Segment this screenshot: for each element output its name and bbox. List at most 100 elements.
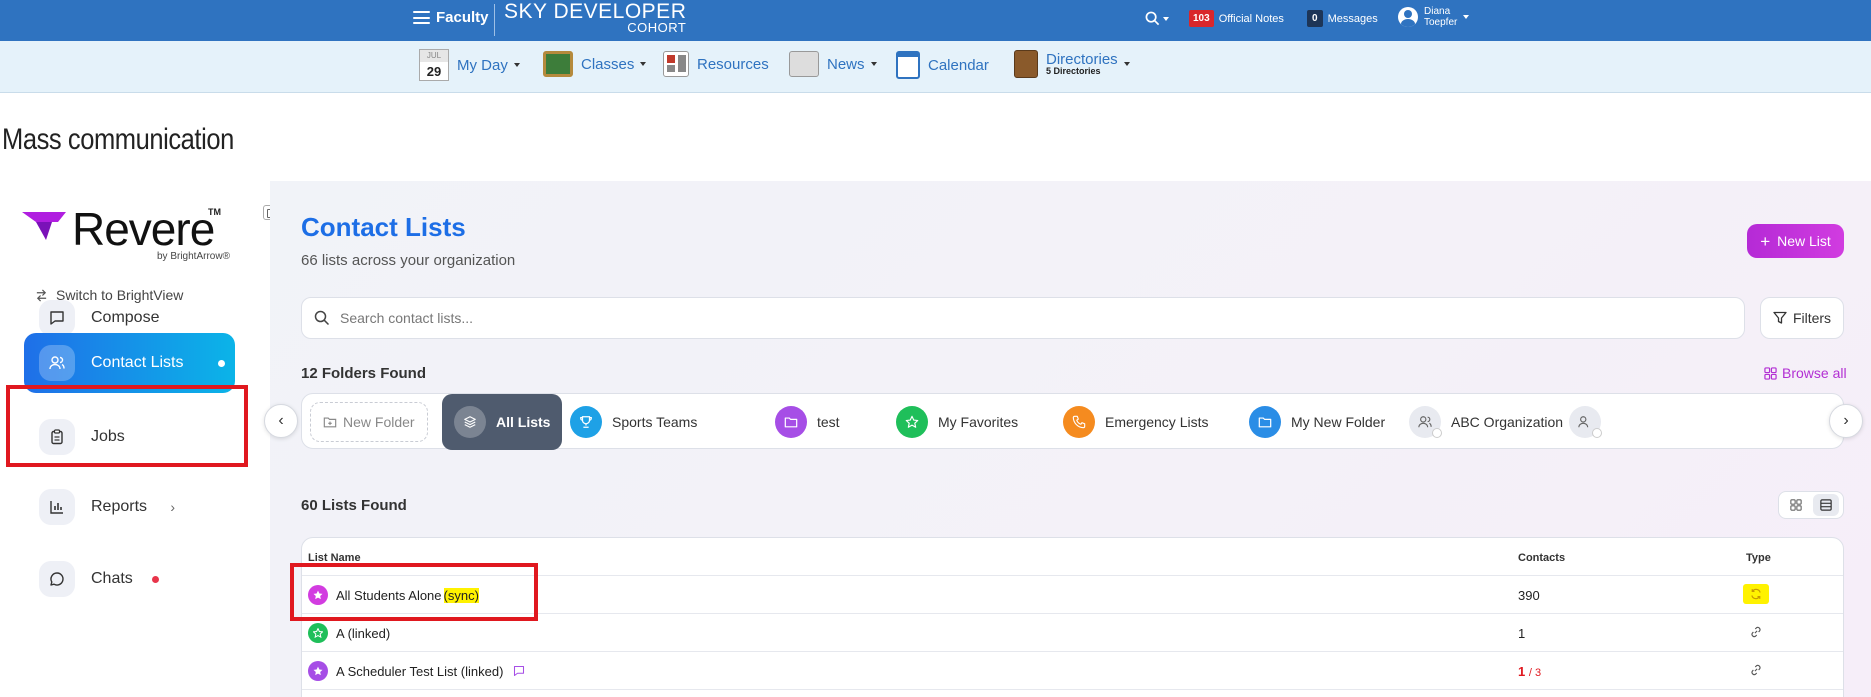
grid-view-button[interactable] — [1783, 494, 1809, 516]
notes-label: Official Notes — [1218, 12, 1284, 25]
sidebar: Revere TM by BrightArrow® Switch to Brig… — [0, 181, 278, 697]
carousel-next-button[interactable]: › — [1829, 404, 1863, 438]
chevron-down-icon — [1463, 15, 1470, 19]
sidebar-item-reports[interactable]: Reports › — [24, 477, 235, 537]
table-icon — [1820, 499, 1832, 511]
folder-label: ABC Organization — [1451, 414, 1564, 430]
brand-divider — [494, 4, 495, 36]
folder-my-new-folder[interactable]: My New Folder — [1249, 402, 1385, 442]
new-list-label: New List — [1777, 233, 1831, 249]
folder-emergency-lists[interactable]: Emergency Lists — [1063, 402, 1208, 442]
list-name: A Scheduler Test List (linked) — [336, 663, 504, 679]
sidebar-item-label: Jobs — [91, 428, 125, 445]
list-name: All Students Alone — [336, 587, 442, 603]
official-notes-link[interactable]: 103 Official Notes — [1189, 10, 1284, 27]
folder-test[interactable]: test — [775, 402, 840, 442]
top-search-button[interactable] — [1145, 11, 1169, 26]
contacts-count: 1 — [1518, 664, 1526, 679]
star-icon — [308, 585, 328, 605]
sidebar-item-chats[interactable]: Chats — [24, 549, 235, 609]
table-row[interactable]: All Students Alone (sync) 390 — [302, 575, 1843, 613]
filter-icon — [1773, 311, 1787, 324]
table-row[interactable]: A Scheduler Test List (linked) 1 / 3 — [302, 651, 1843, 689]
list-name-suffix: (sync) — [443, 587, 479, 603]
directories-count: 5 Directories — [1046, 66, 1101, 76]
user-menu[interactable]: Diana Toepfer — [1398, 6, 1470, 28]
notes-count-badge: 103 — [1189, 10, 1214, 27]
nav-news[interactable]: News — [789, 51, 877, 77]
column-header-list-name[interactable]: List Name — [308, 552, 361, 564]
column-header-contacts[interactable]: Contacts — [1518, 552, 1565, 564]
chevron-right-icon: › — [170, 499, 175, 515]
browse-all-link[interactable]: Browse all — [1764, 365, 1847, 381]
chalkboard-icon — [543, 51, 573, 77]
user-first-name: Diana — [1424, 6, 1451, 17]
contacts-count: 1 — [1518, 626, 1526, 641]
top-bar: Faculty SKY DEVELOPER COHORT 103 Officia… — [0, 0, 1871, 41]
nav-resources[interactable]: Resources — [663, 51, 769, 77]
new-list-button[interactable]: + New List — [1747, 224, 1844, 258]
lock-icon — [1592, 428, 1602, 438]
calendar-date-icon: JUL 29 — [419, 49, 449, 81]
bar-chart-icon — [39, 489, 75, 525]
list-name-cell[interactable]: A (linked) — [308, 623, 390, 643]
list-name: A (linked) — [336, 625, 391, 641]
resources-icon — [663, 51, 689, 77]
calendar-icon — [896, 51, 920, 79]
messages-count-badge: 0 — [1307, 10, 1323, 27]
messages-link[interactable]: 0 Messages — [1307, 10, 1378, 27]
nav-label: Classes — [581, 55, 635, 73]
lock-icon — [1432, 428, 1442, 438]
table-row[interactable] — [302, 689, 1843, 697]
contacts-count-cell: 1 / 3 — [1518, 664, 1541, 679]
carousel-prev-button[interactable]: ‹ — [264, 404, 298, 438]
new-folder-button[interactable]: New Folder — [310, 402, 428, 442]
grid-icon — [1764, 366, 1777, 380]
table-view-button[interactable] — [1813, 494, 1839, 516]
table-row[interactable]: A (linked) 1 — [302, 613, 1843, 651]
brand-title: SKY DEVELOPER — [504, 0, 687, 23]
school-brand[interactable]: SKY DEVELOPER COHORT — [504, 1, 686, 34]
user-name: Diana Toepfer — [1424, 6, 1457, 28]
message-square-icon — [39, 300, 75, 336]
nav-label: Resources — [697, 55, 769, 73]
filters-label: Filters — [1792, 310, 1832, 326]
plus-icon: + — [1760, 231, 1771, 251]
column-header-type[interactable]: Type — [1746, 552, 1771, 564]
filters-button[interactable]: Filters — [1760, 297, 1844, 339]
folder-next-partial[interactable] — [1569, 402, 1602, 442]
nav-calendar[interactable]: Calendar — [896, 51, 989, 79]
calendar-day: 29 — [426, 64, 442, 79]
user-last-name: Toepfer — [1424, 17, 1458, 28]
newspaper-icon — [789, 51, 819, 77]
folder-my-favorites[interactable]: My Favorites — [896, 402, 1018, 442]
nav-label: My Day — [457, 56, 508, 74]
messages-label: Messages — [1327, 12, 1378, 25]
folder-sports-teams[interactable]: Sports Teams — [570, 402, 697, 442]
sidebar-item-label: Contact Lists — [91, 354, 184, 371]
grid-icon — [1790, 499, 1802, 511]
folder-label: Sports Teams — [612, 414, 698, 430]
link-icon — [1743, 622, 1769, 642]
clipboard-icon — [39, 419, 75, 455]
layers-icon — [454, 406, 486, 438]
chevron-down-icon — [640, 62, 647, 66]
nav-my-day[interactable]: JUL 29 My Day — [419, 49, 520, 81]
folder-all-lists[interactable]: All Lists — [442, 394, 563, 450]
unread-dot — [152, 575, 159, 583]
folder-label: New Folder — [343, 414, 415, 430]
avatar — [1398, 7, 1418, 27]
calendar-month: JUL — [420, 50, 448, 62]
list-name-cell[interactable]: A Scheduler Test List (linked) — [308, 661, 525, 681]
sidebar-item-jobs[interactable]: Jobs — [24, 407, 235, 467]
chevron-down-icon — [870, 62, 877, 66]
nav-classes[interactable]: Classes — [543, 51, 647, 77]
folder-abc-organization[interactable]: ABC Organization — [1409, 402, 1563, 442]
nav-directories[interactable]: Directories 5 Directories — [1014, 50, 1130, 78]
page-title: Mass communication — [2, 123, 234, 156]
sidebar-item-contact-lists[interactable]: Contact Lists — [24, 333, 235, 393]
search-input[interactable] — [340, 310, 1640, 326]
faculty-menu[interactable]: Faculty — [413, 9, 489, 26]
active-indicator-dot — [218, 359, 225, 367]
list-name-cell[interactable]: All Students Alone (sync) — [308, 585, 479, 605]
